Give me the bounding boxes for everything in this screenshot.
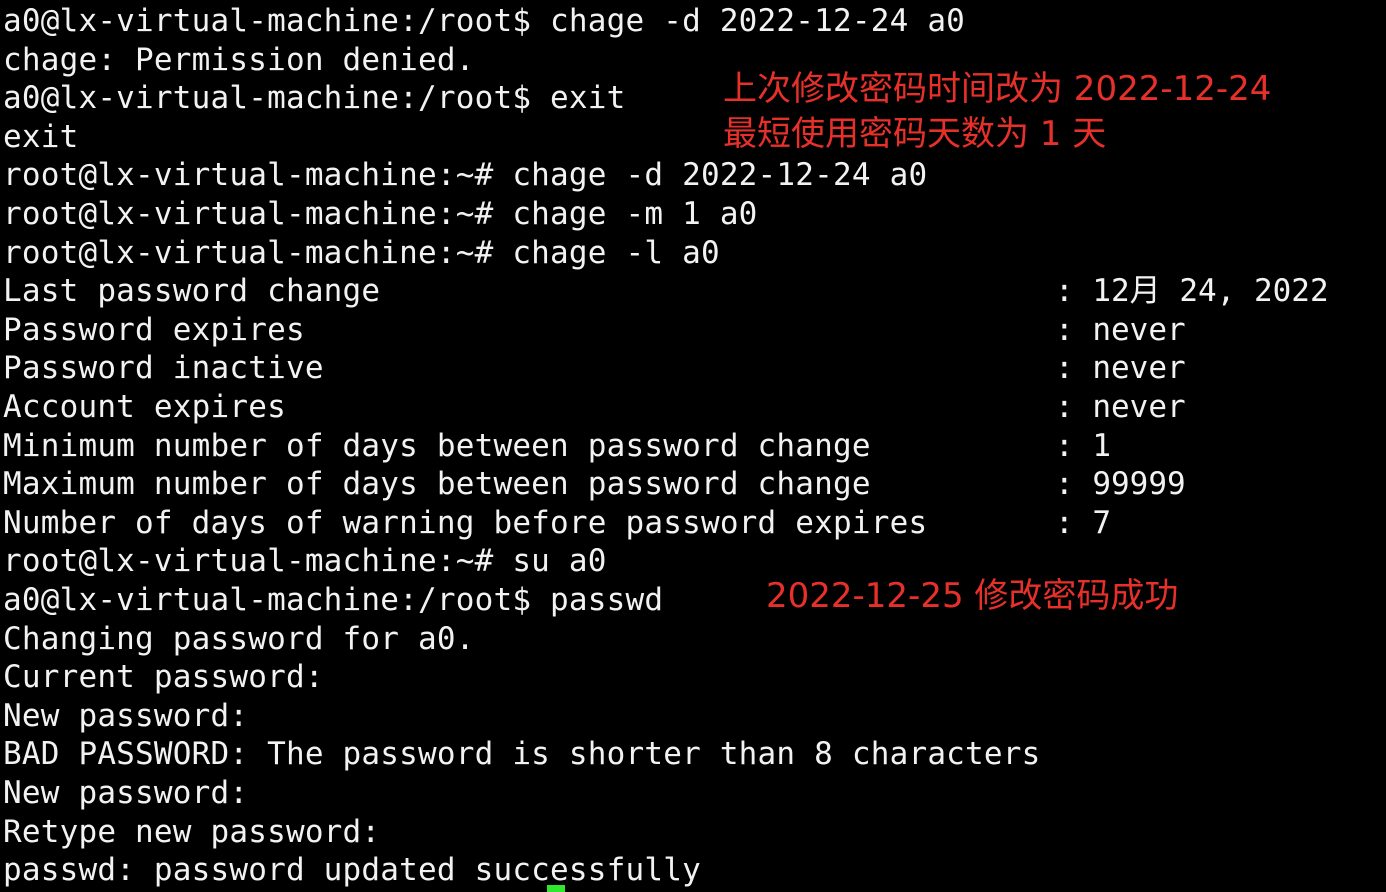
annotation-last-change: 上次修改密码时间改为 2022-12-24 [723,69,1272,109]
terminal-line: Retype new password: [3,813,381,850]
terminal-line: New password: [3,775,249,811]
terminal-window[interactable]: a0@lx-virtual-machine:/root$ chage -d 20… [0,0,1386,892]
terminal-line: New password: [3,697,249,734]
chage-field-label: Account expires [3,389,286,425]
terminal-line: Changing password for a0. [3,620,475,657]
chage-field-value: : 99999 [1055,466,1186,503]
terminal-cursor [547,885,565,892]
terminal-line: Current password: [3,659,324,696]
terminal-line: exit [3,118,79,155]
terminal-line: chage: Permission denied. [3,41,475,78]
chage-field-value: : 12月 24, 2022 [1055,273,1329,310]
terminal-line: a0@lx-virtual-machine:/root$ passwd [3,582,664,618]
terminal-line: BAD PASSWORD: The password is shorter th… [3,736,1041,773]
terminal-line: root@lx-virtual-machine:~# su a0 [3,543,607,580]
annotation-passwd-success: 2022-12-25 修改密码成功 [766,576,1179,616]
chage-field-label: Last password change [3,273,381,310]
chage-field-label: Maximum number of days between password … [3,466,871,503]
terminal-line: a0@lx-virtual-machine:/root$ chage -d 20… [3,3,966,39]
terminal-line: root@lx-virtual-machine:~# chage -d 2022… [3,157,928,194]
terminal-line: passwd: password updated successfully [3,852,701,889]
chage-field-label: Number of days of warning before passwor… [3,504,928,541]
chage-field-label: Password inactive [3,350,324,387]
chage-field-label: Password expires [3,311,305,348]
terminal-line: root@lx-virtual-machine:~# chage -l a0 [3,234,720,271]
chage-field-value: : 1 [1055,427,1111,464]
chage-field-value: : never [1055,311,1186,348]
chage-field-value: : 7 [1055,504,1111,541]
chage-field-value: : never [1055,389,1186,425]
annotation-min-days: 最短使用密码天数为 1 天 [723,114,1107,154]
terminal-line: root@lx-virtual-machine:~# chage -m 1 a0 [3,196,758,232]
terminal-line: a0@lx-virtual-machine:/root$ exit [3,80,626,117]
chage-field-label: Minimum number of days between password … [3,427,871,464]
chage-field-value: : never [1055,350,1186,387]
